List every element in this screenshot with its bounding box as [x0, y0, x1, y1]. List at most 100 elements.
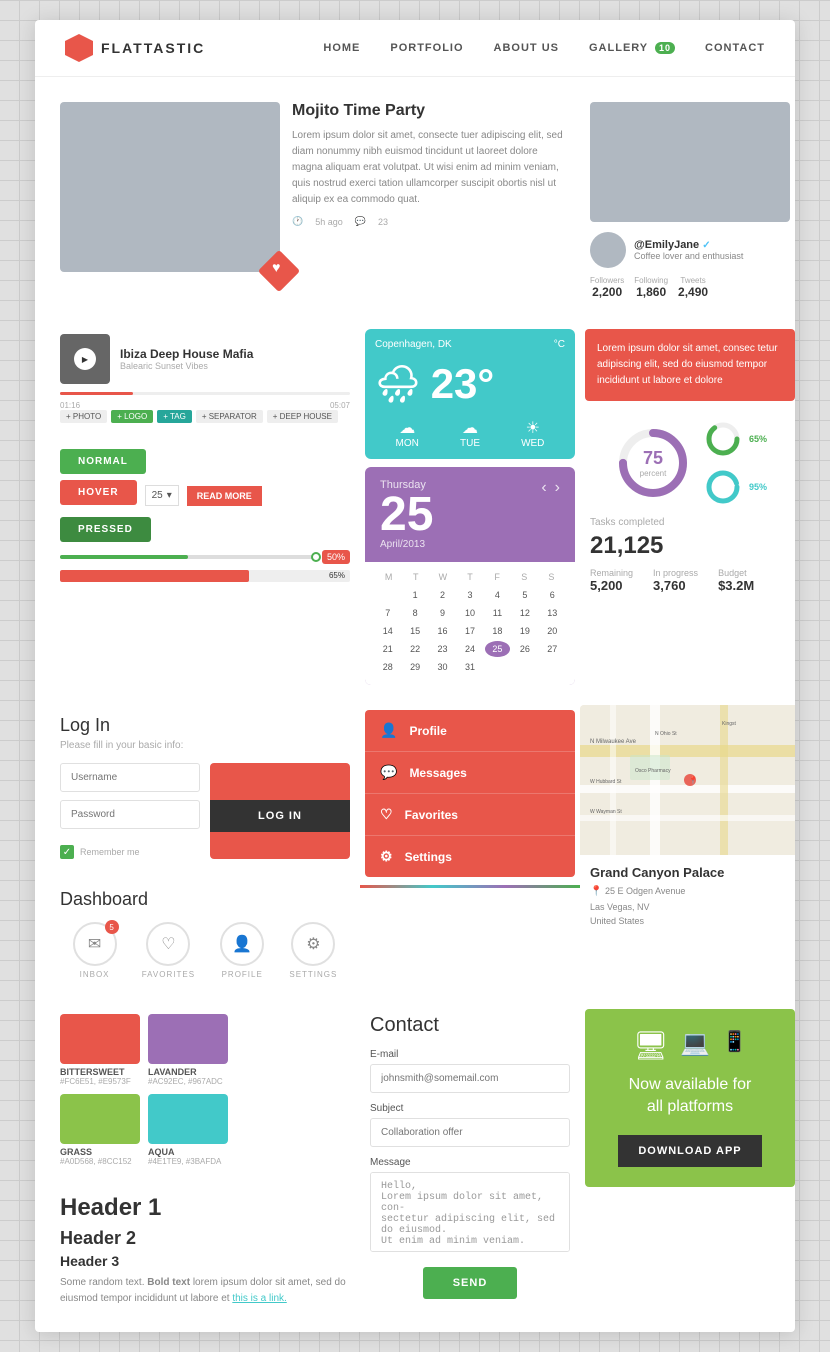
- inbox-label: INBOX: [73, 970, 117, 979]
- map-col: N Milwaukee Ave N Ohio St W Hubbard St W…: [580, 705, 795, 989]
- body-text: Some random text. Bold text lorem ipsum …: [60, 1275, 350, 1307]
- weather-city: Copenhagen, DK: [375, 339, 452, 350]
- mini-donut-2: [703, 467, 743, 507]
- menu-profile[interactable]: 👤 Profile: [365, 710, 575, 752]
- twitter-info: @EmilyJane ✓ Coffee lover and enthusiast: [634, 239, 743, 261]
- calendar-header: Thursday 25 April/2013 ‹ ›: [365, 467, 575, 562]
- calendar-prev[interactable]: ‹: [541, 479, 546, 497]
- select-box[interactable]: 25 ▾: [145, 485, 179, 506]
- login-button[interactable]: LOG IN: [210, 800, 350, 832]
- tag-tag[interactable]: + TAG: [157, 410, 192, 423]
- login-title: Log In: [60, 715, 350, 736]
- normal-button[interactable]: NORMAL: [60, 449, 146, 474]
- audio-times: 01:16 05:07: [60, 401, 350, 410]
- followers-stat: Followers 2,200: [590, 276, 624, 299]
- read-more-button[interactable]: READ MORE: [187, 486, 262, 506]
- favorites-label: FAVORITES: [142, 970, 195, 979]
- nav-about[interactable]: ABOUT US: [494, 42, 559, 54]
- menu-settings[interactable]: ⚙ Settings: [365, 836, 575, 877]
- logo[interactable]: FLATTASTIC: [65, 34, 205, 62]
- svg-text:📍: 📍: [688, 775, 698, 785]
- favorites-icon[interactable]: ♡: [146, 922, 190, 966]
- email-input[interactable]: [370, 1064, 570, 1093]
- body-link[interactable]: this is a link.: [232, 1293, 286, 1304]
- logo-text: FLATTASTIC: [101, 40, 205, 56]
- header-2: Header 2: [60, 1228, 350, 1249]
- send-button[interactable]: SEND: [423, 1267, 518, 1299]
- menu-col: 👤 Profile 💬 Messages ♡ Favorites ⚙ Setti…: [360, 705, 580, 989]
- logo-icon: [65, 34, 93, 62]
- inprogress-stat: In progress 3,760: [653, 568, 698, 593]
- slider-thumb[interactable]: [311, 552, 321, 562]
- laptop-icon: 💻: [680, 1029, 710, 1062]
- location-icon: 📍: [590, 886, 602, 897]
- message-input[interactable]: Hello, Lorem ipsum dolor sit amet, con- …: [370, 1172, 570, 1252]
- calendar-next[interactable]: ›: [555, 479, 560, 497]
- svg-text:N Milwaukee Ave: N Milwaukee Ave: [590, 739, 637, 745]
- tag-separator[interactable]: + SEPARATOR: [196, 410, 263, 423]
- username-input[interactable]: [60, 763, 200, 792]
- audio-card: ▶ Ibiza Deep House Mafia Balearic Sunset…: [50, 324, 360, 439]
- tag-logo[interactable]: + LOGO: [111, 410, 153, 423]
- nav-home[interactable]: HOME: [323, 42, 360, 54]
- settings-label: SETTINGS: [289, 970, 337, 979]
- twitter-handle: @EmilyJane ✓: [634, 239, 743, 251]
- blog-comments: 23: [378, 217, 388, 227]
- calendar-days-header: MTWTFSS: [375, 572, 565, 582]
- settings-item: ⚙ SETTINGS: [289, 922, 337, 979]
- password-input[interactable]: [60, 800, 200, 829]
- login-dashboard-col: Log In Please fill in your basic info: ✓…: [50, 705, 360, 989]
- audio-buttons-col: ▶ Ibiza Deep House Mafia Balearic Sunset…: [50, 324, 360, 690]
- svg-text:W Wayman St: W Wayman St: [590, 809, 622, 815]
- buttons-section: NORMAL HOVER 25 ▾ READ MORE PRESSED: [50, 449, 360, 582]
- weather-day-tue: ☁ TUE: [460, 418, 480, 449]
- favorites-item: ♡ FAVORITES: [142, 922, 195, 979]
- nav-contact[interactable]: CONTACT: [705, 42, 765, 54]
- mobile-icon: 📱: [722, 1029, 747, 1062]
- tag-photo[interactable]: + PHOTO: [60, 410, 107, 423]
- menu-messages[interactable]: 💬 Messages: [365, 752, 575, 794]
- bittersweet-swatch: BITTERSWEET #FC6E51, #E9573F: [60, 1014, 140, 1086]
- inbox-item: ✉ 5 INBOX: [73, 922, 117, 979]
- profile-menu-icon: 👤: [380, 722, 397, 739]
- section-bottom: BITTERSWEET #FC6E51, #E9573F LAVANDER #A…: [35, 1004, 795, 1332]
- nav-gallery[interactable]: GALLERY 10: [589, 42, 675, 54]
- color-row-1: BITTERSWEET #FC6E51, #E9573F LAVANDER #A…: [60, 1014, 350, 1086]
- slider-track[interactable]: [60, 555, 316, 559]
- calendar-card: Thursday 25 April/2013 ‹ › MTWTFSS: [365, 467, 575, 685]
- stats-card: 75 percent 65%: [580, 409, 795, 603]
- download-button[interactable]: DOWNLOAD APP: [618, 1135, 761, 1167]
- inbox-icon[interactable]: ✉ 5: [73, 922, 117, 966]
- tag-deephouse[interactable]: + DEEP HOUSE: [267, 410, 338, 423]
- dashboard-card: Dashboard ✉ 5 INBOX ♡ FAVORITES: [50, 879, 360, 989]
- blog-comment-icon: 💬: [355, 216, 366, 227]
- subject-input[interactable]: [370, 1118, 570, 1147]
- donut-area: 75 percent 65%: [590, 419, 790, 507]
- svg-text:N Ohio St: N Ohio St: [655, 731, 677, 737]
- pressed-button[interactable]: PRESSED: [60, 517, 151, 542]
- play-button[interactable]: ▶: [74, 348, 96, 370]
- twitter-avatar: [590, 232, 626, 268]
- audio-info: Ibiza Deep House Mafia Balearic Sunset V…: [120, 347, 253, 371]
- slider-value: 50%: [322, 550, 350, 564]
- nav-portfolio[interactable]: PORTFOLIO: [390, 42, 463, 54]
- svg-text:W Hubbard St: W Hubbard St: [590, 779, 622, 785]
- mini-donut-65: 65%: [703, 419, 767, 459]
- progress-bar-65: 65%: [60, 570, 350, 582]
- audio-progress-bar[interactable]: [60, 392, 350, 395]
- blog-time: 5h ago: [315, 217, 343, 227]
- menu-favorites[interactable]: ♡ Favorites: [365, 794, 575, 836]
- profile-icon[interactable]: 👤: [220, 922, 264, 966]
- remaining-stat: Remaining 5,200: [590, 568, 633, 593]
- hover-button[interactable]: HOVER: [60, 480, 137, 505]
- weather-day-mon: ☁ MON: [396, 418, 419, 449]
- mini-donut-1: [703, 419, 743, 459]
- settings-icon[interactable]: ⚙: [291, 922, 335, 966]
- login-grid: ✓ Remember me LOG IN: [60, 763, 350, 859]
- chevron-icon: ▾: [167, 490, 172, 501]
- progress-fill-65: [60, 570, 249, 582]
- blog-meta: 🕐 5h ago 💬 23: [292, 216, 570, 227]
- map-place-name: Grand Canyon Palace: [590, 865, 790, 880]
- map-area: N Milwaukee Ave N Ohio St W Hubbard St W…: [580, 705, 795, 855]
- remember-checkbox[interactable]: ✓: [60, 845, 74, 859]
